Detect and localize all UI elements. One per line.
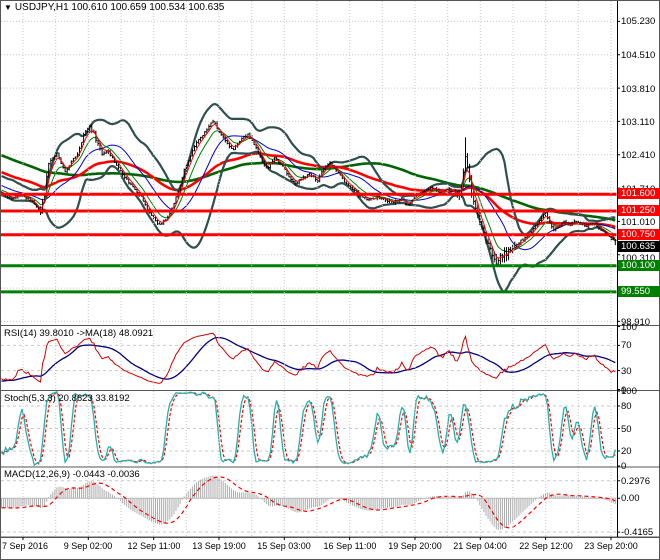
rsi-ma-line	[1, 336, 616, 382]
stoch-axis-label: 20	[621, 446, 632, 457]
time-label: 9 Sep 02:00	[63, 541, 113, 551]
time-label: 16 Sep 11:00	[323, 541, 377, 551]
time-label: 13 Sep 19:00	[192, 541, 246, 551]
stoch-axis-label: 80	[621, 401, 632, 412]
time-axis[interactable]: 7 Sep 2016 9 Sep 02:00 12 Sep 11:00 13 S…	[0, 538, 660, 560]
macd-axis-label: 0.00	[621, 493, 640, 505]
axis-ticks	[22, 20, 620, 540]
macd-axis-label: 0.2976	[621, 475, 651, 487]
ma-medium-red	[1, 152, 616, 229]
rsi-axis-label: 100	[621, 321, 637, 333]
chart-canvas[interactable]	[0, 0, 660, 560]
macd-axis-label: -0.4165	[621, 527, 654, 539]
time-label: 12 Sep 11:00	[127, 541, 181, 551]
stoch-axis-label: 50	[621, 423, 632, 435]
time-label: 22 Sep 12:00	[519, 541, 573, 551]
rsi-line	[1, 332, 616, 384]
rsi-pane	[1, 332, 617, 384]
time-label: 21 Sep 04:00	[453, 541, 507, 551]
price-pane	[1, 20, 617, 322]
rsi-axis-label: 70	[621, 340, 632, 352]
stoch-pane	[1, 391, 617, 467]
stoch-axis-label: 100	[621, 386, 637, 397]
stoch-axis-label: 0	[621, 461, 627, 472]
time-label: 23 Sep 20:00	[584, 541, 638, 551]
chart-window: ▼ USDJPY,H1 100.610 100.659 100.534 100.6…	[0, 0, 660, 560]
time-label: 15 Sep 03:00	[257, 541, 311, 551]
time-label: 7 Sep 2016	[1, 541, 49, 551]
time-label: 19 Sep 20:00	[388, 541, 442, 551]
macd-pane	[1, 475, 617, 533]
indicator-axes[interactable]: 100 70 30 0 100 80 50 20 0 0.2976 0.00 -0.4165	[617, 0, 660, 539]
rsi-axis-label: 30	[621, 365, 632, 377]
